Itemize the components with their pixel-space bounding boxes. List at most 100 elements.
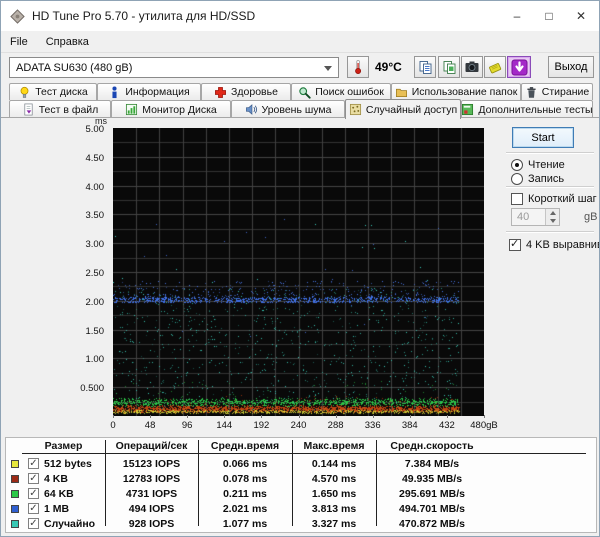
copy-image-button[interactable]	[438, 56, 460, 78]
series-color-swatch	[11, 460, 19, 468]
separator	[506, 186, 594, 188]
cell-speed: 7.384 MB/s	[376, 458, 488, 470]
x-tick-label: 240	[291, 420, 307, 431]
write-radio-row[interactable]: Запись	[511, 173, 564, 185]
copy-text-button[interactable]	[414, 56, 436, 78]
short-stride-row[interactable]: Короткий шаг	[511, 193, 597, 205]
tab-label: Здоровье	[231, 86, 278, 98]
screenshot-button[interactable]	[461, 56, 483, 78]
hdtune-window: HD Tune Pro 5.70 - утилита для HD/SSD – …	[0, 0, 600, 537]
write-radio[interactable]	[511, 173, 523, 185]
tab-erase[interactable]: Стирание	[521, 83, 593, 100]
write-label: Запись	[528, 173, 564, 185]
tab-error-scan[interactable]: Поиск ошибок	[291, 83, 391, 100]
x-tick-mark	[410, 415, 411, 418]
cell-size: 1 MB	[44, 503, 69, 515]
cell-size: 64 KB	[44, 488, 74, 500]
x-tick-mark	[373, 415, 374, 418]
folder-icon	[395, 86, 408, 99]
tab-label: Монитор Диска	[142, 104, 217, 116]
row-checkbox[interactable]	[28, 473, 39, 484]
x-tick-label: 480gB	[470, 420, 497, 431]
stride-spinner[interactable]: 40	[511, 208, 560, 226]
x-tick-mark	[113, 415, 114, 418]
temperature-button[interactable]	[347, 56, 369, 78]
file-test-icon	[22, 103, 35, 116]
disk-monitor-icon	[125, 103, 138, 116]
tab-folder-usage[interactable]: Использование папок	[391, 83, 521, 100]
maximize-button[interactable]: □	[533, 1, 565, 31]
x-tick-label: 144	[216, 420, 232, 431]
x-tick-mark	[224, 415, 225, 418]
bulb-icon	[18, 86, 31, 99]
read-radio-row[interactable]: Чтение	[511, 159, 565, 171]
separator	[506, 231, 594, 233]
camera-icon	[464, 60, 480, 74]
short-stride-checkbox[interactable]	[511, 193, 523, 205]
tab-disk-test[interactable]: Тест диска	[9, 83, 97, 100]
spinner-up-button[interactable]	[546, 209, 559, 217]
x-tick-label: 192	[253, 420, 269, 431]
x-tick-label: 48	[145, 420, 156, 431]
read-radio[interactable]	[511, 159, 523, 171]
cell-iops: 928 IOPS	[105, 518, 198, 530]
start-button[interactable]: Start	[512, 127, 574, 148]
tab-info[interactable]: Информация	[97, 83, 201, 100]
align-row[interactable]: 4 KB выравнив.	[509, 239, 600, 251]
temperature-value: 49°C	[375, 60, 402, 74]
tab-health[interactable]: Здоровье	[201, 83, 291, 100]
hdtune-logo-icon	[10, 9, 25, 24]
title-bar: HD Tune Pro 5.70 - утилита для HD/SSD – …	[1, 1, 599, 31]
y-tick-label: 1.00	[86, 354, 105, 365]
col-header-speed: Средн.скорость	[376, 440, 488, 452]
cell-iops: 15123 IOPS	[105, 458, 198, 470]
extra-tests-icon	[461, 103, 474, 116]
y-tick-label: 3.00	[86, 239, 105, 250]
cell-max: 1.650 ms	[292, 488, 376, 500]
y-tick-label: 5.00	[86, 124, 105, 135]
menu-help[interactable]: Справка	[37, 31, 98, 52]
table-row: 512 bytes 15123 IOPS 0.066 ms 0.144 ms 7…	[6, 457, 596, 472]
cell-iops: 12783 IOPS	[105, 473, 198, 485]
y-axis-labels: 5.004.504.003.503.002.502.001.501.000.50…	[59, 128, 107, 416]
align-4kb-checkbox[interactable]	[509, 239, 521, 251]
cell-avg: 2.021 ms	[198, 503, 292, 515]
x-tick-mark	[261, 415, 262, 418]
x-tick-mark	[299, 415, 300, 418]
minimize-button[interactable]: –	[501, 1, 533, 31]
align-label: 4 KB выравнив.	[526, 239, 600, 251]
cell-max: 0.144 ms	[292, 458, 376, 470]
tab-label: Дополнительные тесты	[478, 104, 592, 116]
tab-label: Случайный доступ	[366, 104, 457, 116]
row-checkbox[interactable]	[28, 488, 39, 499]
close-button[interactable]: ✕	[565, 1, 597, 31]
table-row: 4 KB 12783 IOPS 0.078 ms 4.570 ms 49.935…	[6, 472, 596, 487]
row-checkbox[interactable]	[28, 503, 39, 514]
cell-avg: 0.211 ms	[198, 488, 292, 500]
results-table: Размер Операций/сек Средн.время Макс.вре…	[5, 437, 597, 533]
tab-random-access[interactable]: Случайный доступ	[345, 99, 461, 119]
download-arrow-icon	[511, 59, 528, 76]
cell-iops: 4731 IOPS	[105, 488, 198, 500]
copy-pages-blue-icon	[418, 60, 433, 75]
health-cross-icon	[214, 86, 227, 99]
window-title: HD Tune Pro 5.70 - утилита для HD/SSD	[32, 9, 255, 23]
cell-speed: 470.872 MB/s	[376, 518, 488, 530]
row-checkbox[interactable]	[28, 458, 39, 469]
table-row: 64 KB 4731 IOPS 0.211 ms 1.650 ms 295.69…	[6, 487, 596, 502]
x-axis-labels: 04896144192240288336384432480gB	[113, 418, 489, 430]
drive-select[interactable]: ADATA SU630 (480 gB)	[9, 57, 339, 78]
tab-extra-tests[interactable]: Дополнительные тесты	[461, 100, 593, 118]
series-color-swatch	[11, 520, 19, 528]
menu-file[interactable]: File	[1, 31, 37, 52]
save-button[interactable]	[484, 56, 506, 78]
download-button[interactable]	[507, 56, 531, 78]
exit-button[interactable]: Выход	[548, 56, 594, 78]
copy-pages-green-icon	[442, 60, 457, 75]
spinner-down-button[interactable]	[546, 217, 559, 225]
col-header-iops: Операций/сек	[105, 440, 198, 452]
row-checkbox[interactable]	[28, 518, 39, 529]
short-stride-label: Короткий шаг	[528, 193, 597, 205]
tab-noise-level[interactable]: Уровень шума	[231, 100, 345, 118]
tab-disk-monitor[interactable]: Монитор Диска	[111, 100, 231, 118]
